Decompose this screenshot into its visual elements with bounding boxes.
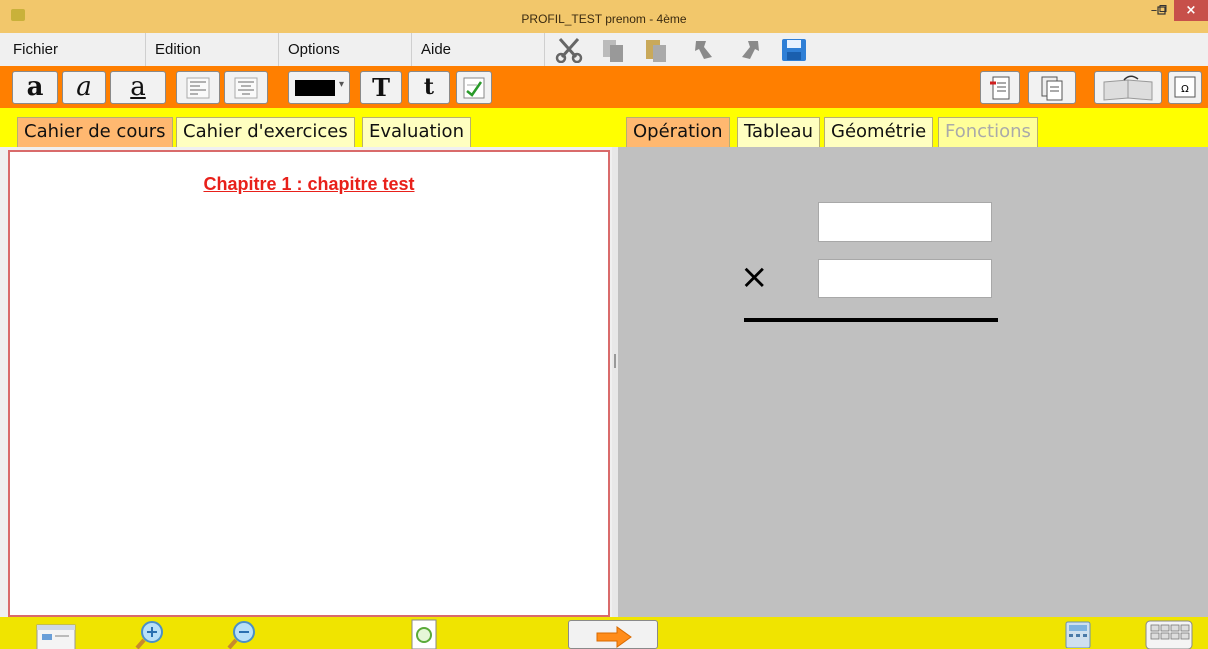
book-icon [1103,75,1153,101]
title-bar: PROFIL_TEST prenom - 4ème – × [0,0,1208,33]
cut-icon[interactable] [554,37,583,64]
menu-fichier[interactable]: Fichier [4,33,146,66]
small-text-button[interactable]: t [408,71,450,104]
chevron-down-icon: ▾ [339,79,345,90]
menu-aide[interactable]: Aide [412,33,545,66]
menu-bar: Fichier Edition Options Aide [0,33,1208,66]
large-text-button[interactable]: T [360,71,402,104]
maximize-button[interactable] [1150,0,1174,21]
pages-icon [1041,76,1063,101]
align-left-icon [186,77,210,99]
paste-icon[interactable] [642,37,670,63]
align-center-icon [234,77,258,99]
next-button[interactable] [568,620,658,649]
result-line [744,318,998,322]
tab-fonctions: Fonctions [938,117,1038,147]
multiply-operator: × [740,257,769,297]
tab-operation[interactable]: Opération [626,117,730,147]
close-button[interactable]: × [1174,0,1208,21]
align-left-button[interactable] [176,71,220,104]
save-icon[interactable] [780,37,808,63]
menu-edition[interactable]: Edition [146,33,279,66]
tools-tabs: Opération Tableau Géométrie Fonctions [614,108,1208,147]
operand-2-input[interactable] [818,259,992,298]
operand-1-input[interactable] [818,202,992,242]
chapter-title: Chapitre 1 : chapitre test [203,174,415,194]
menu-options[interactable]: Options [279,33,412,66]
preview-icon[interactable] [410,619,438,649]
svg-text:Ω: Ω [1181,84,1189,95]
bottom-toolbar [0,617,1208,649]
document-editor[interactable]: Chapitre 1 : chapitre test [8,150,610,617]
zoom-in-icon[interactable] [134,620,170,649]
omega-icon: Ω [1174,76,1196,98]
bold-button[interactable]: a [12,71,58,104]
tab-tableau[interactable]: Tableau [737,117,820,147]
splitter-grip-icon [614,354,616,368]
underline-button[interactable]: a [110,71,166,104]
flip-page-button[interactable] [1094,71,1162,104]
redo-icon[interactable] [736,37,764,63]
pages-button[interactable] [1028,71,1076,104]
zoom-out-icon[interactable] [226,620,262,649]
tab-cahier-exercices[interactable]: Cahier d'exercices [176,117,355,147]
keyboard-icon[interactable] [1144,619,1194,649]
tab-cahier-de-cours[interactable]: Cahier de cours [17,117,173,147]
window-layout-icon[interactable] [36,621,76,649]
calculator-icon[interactable] [1064,620,1092,649]
italic-button[interactable]: a [62,71,106,104]
notebook-tabs: Cahier de cours Cahier d'exercices Evalu… [0,108,614,147]
copy-icon[interactable] [600,37,628,63]
spellcheck-icon [463,77,485,99]
insert-page-button[interactable] [980,71,1020,104]
arrow-right-icon [596,626,632,648]
special-characters-button[interactable]: Ω [1168,71,1202,104]
undo-icon[interactable] [690,37,718,63]
format-toolbar: a a a ▾ T t Ω [0,66,1208,108]
align-center-button[interactable] [224,71,268,104]
spellcheck-button[interactable] [456,71,492,104]
text-color-picker[interactable]: ▾ [288,71,350,104]
color-swatch [295,80,335,96]
insert-page-icon [990,76,1010,100]
tab-geometrie[interactable]: Géométrie [824,117,934,147]
window-title: PROFIL_TEST prenom - 4ème [521,12,687,26]
tab-evaluation[interactable]: Evaluation [362,117,471,147]
operation-panel: × [618,147,1208,617]
